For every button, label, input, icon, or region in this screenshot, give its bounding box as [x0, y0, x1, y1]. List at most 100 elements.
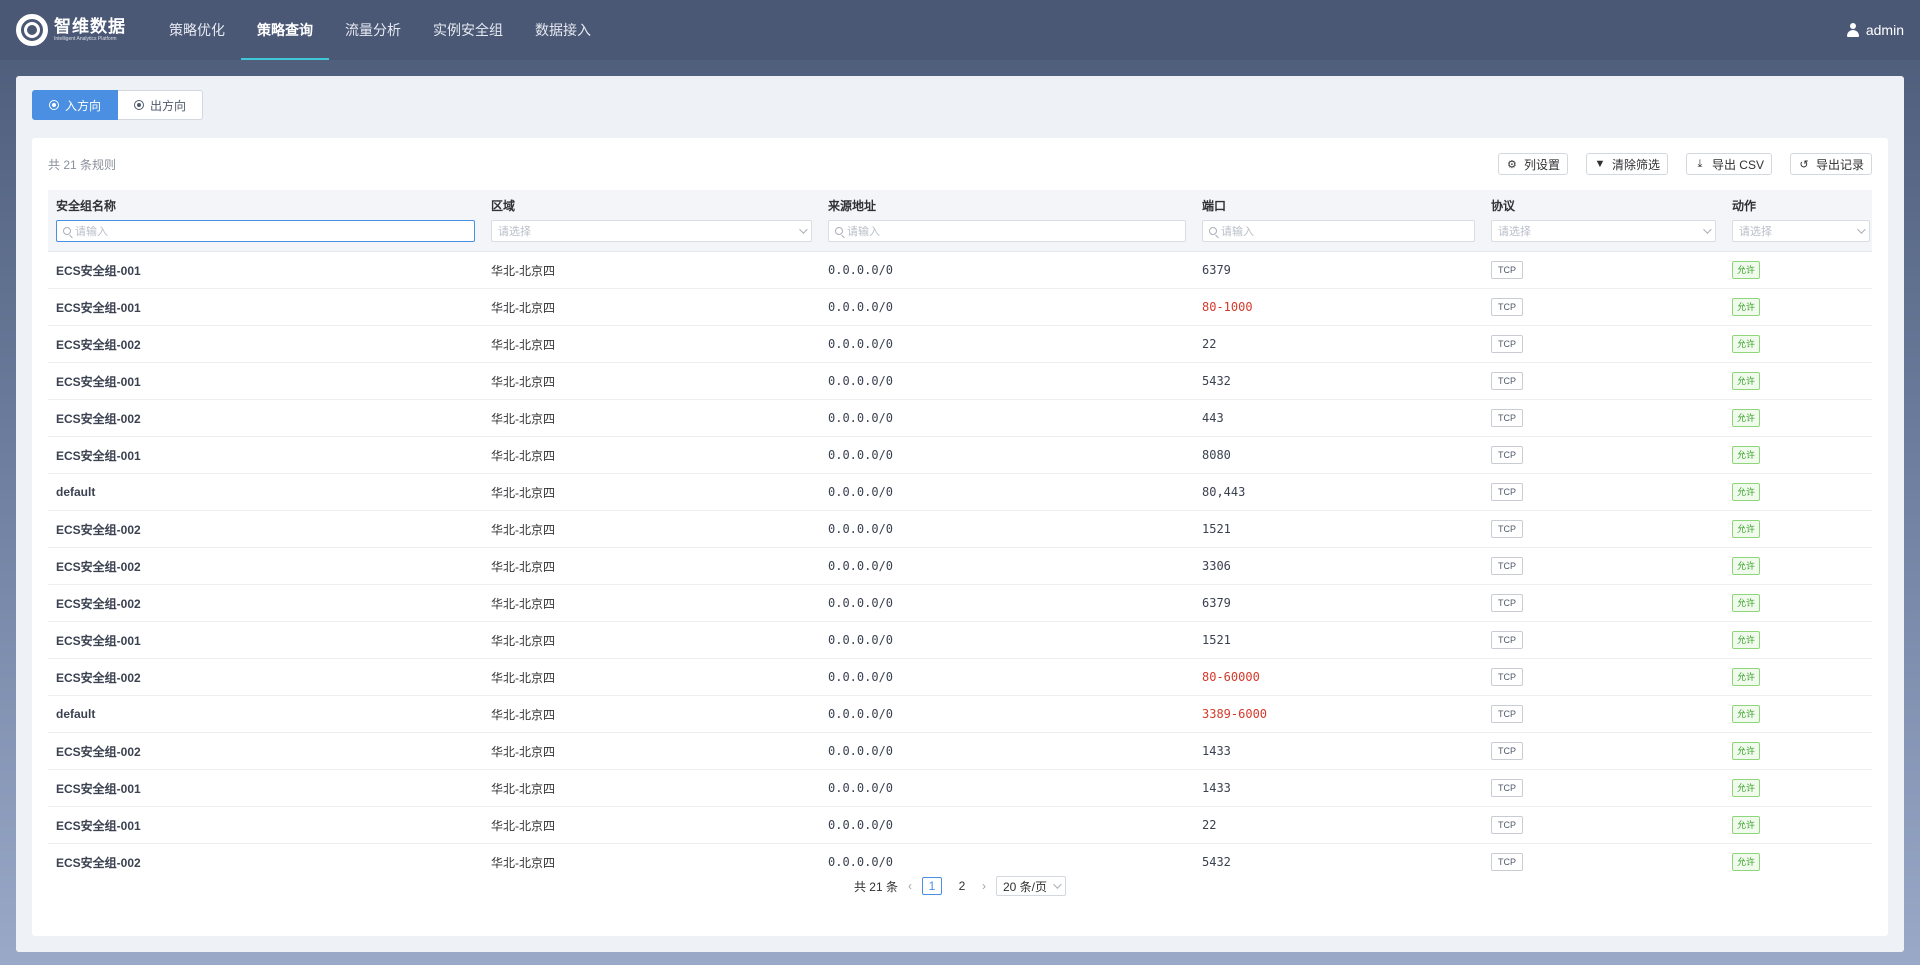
- cell-name: ECS安全组-001: [56, 448, 141, 463]
- cell-region: 华北-北京四: [491, 596, 555, 611]
- table-row[interactable]: ECS安全组-001 华北-北京四 0.0.0.0/0 22 TCP 允许: [48, 807, 1872, 844]
- table-row[interactable]: ECS安全组-002 华北-北京四 0.0.0.0/0 5432 TCP 允许: [48, 844, 1872, 872]
- column-header-port: 端口 请输入: [1194, 190, 1483, 251]
- nav-item-1[interactable]: 策略优化: [153, 0, 241, 60]
- cell-region: 华北-北京四: [491, 374, 555, 389]
- action-tag: 允许: [1732, 668, 1761, 686]
- cell-action: 允许: [1724, 261, 1872, 279]
- nav-item-2[interactable]: 策略查询: [241, 0, 329, 60]
- cell-protocol: TCP: [1483, 594, 1724, 612]
- logo-icon: [16, 14, 48, 46]
- inbound-button[interactable]: 入方向: [32, 90, 119, 120]
- inbound-label: 入方向: [65, 98, 102, 113]
- table-row[interactable]: ECS安全组-002 华北-北京四 0.0.0.0/0 1521 TCP 允许: [48, 511, 1872, 548]
- column-header-name: 安全组名称 请输入: [48, 190, 483, 251]
- page-1[interactable]: 1: [922, 877, 942, 895]
- action-tag: 允许: [1732, 335, 1761, 353]
- nav-item-5[interactable]: 数据接入: [519, 0, 607, 60]
- cell-source: 0.0.0.0/0: [828, 263, 894, 277]
- page-2[interactable]: 2: [952, 877, 972, 895]
- cell-protocol: TCP: [1483, 742, 1724, 760]
- table-row[interactable]: ECS安全组-001 华北-北京四 0.0.0.0/0 6379 TCP 允许: [48, 252, 1872, 289]
- protocol-tag: TCP: [1491, 668, 1523, 686]
- cell-source: 0.0.0.0/0: [828, 300, 894, 314]
- table-row[interactable]: ECS安全组-001 华北-北京四 0.0.0.0/0 5432 TCP 允许: [48, 363, 1872, 400]
- table-row[interactable]: ECS安全组-001 华北-北京四 0.0.0.0/0 1521 TCP 允许: [48, 622, 1872, 659]
- clear-filter-button[interactable]: ▼ 清除筛选: [1585, 153, 1668, 175]
- action-tag: 允许: [1732, 705, 1761, 723]
- action-tag: 允许: [1732, 631, 1761, 649]
- cell-protocol: TCP: [1483, 520, 1724, 538]
- protocol-tag: TCP: [1491, 520, 1523, 538]
- outbound-label: 出方向: [150, 98, 187, 113]
- cell-name: ECS安全组-002: [56, 744, 141, 759]
- protocol-filter-select[interactable]: 请选择: [1491, 220, 1716, 242]
- table-row[interactable]: ECS安全组-002 华北-北京四 0.0.0.0/0 6379 TCP 允许: [48, 585, 1872, 622]
- cell-region: 华北-北京四: [491, 263, 555, 278]
- cell-action: 允许: [1724, 594, 1872, 612]
- main-content: 入方向 出方向 共 21 条规则 ⚙ 列设置 ▼ 清除筛选 ⤓ 导出 CSV ↺…: [16, 76, 1904, 952]
- name-filter-input[interactable]: 请输入: [56, 220, 475, 242]
- cell-region: 华北-北京四: [491, 448, 555, 463]
- cell-port: 6379: [1202, 263, 1231, 277]
- column-header-protocol: 协议 请选择: [1483, 190, 1724, 251]
- cell-source: 0.0.0.0/0: [828, 596, 894, 610]
- cell-action: 允许: [1724, 335, 1872, 353]
- nav-item-4[interactable]: 实例安全组: [417, 0, 519, 60]
- cell-port: 1521: [1202, 633, 1231, 647]
- cell-protocol: TCP: [1483, 668, 1724, 686]
- column-settings-button[interactable]: ⚙ 列设置: [1497, 153, 1568, 175]
- prev-page-icon[interactable]: ‹: [908, 879, 912, 893]
- table-row[interactable]: ECS安全组-002 华北-北京四 0.0.0.0/0 80-60000 TCP 允许: [48, 659, 1872, 696]
- column-label: 协议: [1491, 199, 1516, 213]
- cell-region: 华北-北京四: [491, 300, 555, 315]
- action-filter-select[interactable]: 请选择: [1732, 220, 1870, 242]
- user-menu[interactable]: admin: [1846, 22, 1904, 38]
- user-name: admin: [1865, 22, 1904, 38]
- action-tag: 允许: [1732, 779, 1761, 797]
- cell-region: 华北-北京四: [491, 411, 555, 426]
- filter-placeholder: 请输入: [847, 226, 880, 238]
- radio-circle-icon: [134, 100, 145, 110]
- table-row[interactable]: default 华北-北京四 0.0.0.0/0 3389-6000 TCP 允许: [48, 696, 1872, 733]
- action-tag: 允许: [1732, 520, 1761, 538]
- pagination-total: 共 21 条: [853, 879, 898, 894]
- cell-source: 0.0.0.0/0: [828, 522, 894, 536]
- cell-source: 0.0.0.0/0: [828, 670, 894, 684]
- table-row[interactable]: ECS安全组-002 华北-北京四 0.0.0.0/0 22 TCP 允许: [48, 326, 1872, 363]
- search-icon: [1209, 227, 1217, 235]
- export-csv-button[interactable]: ⤓ 导出 CSV: [1685, 153, 1772, 175]
- table-row[interactable]: ECS安全组-002 华北-北京四 0.0.0.0/0 443 TCP 允许: [48, 400, 1872, 437]
- clear-filter-label: 清除筛选: [1611, 157, 1660, 172]
- logo[interactable]: 智维数据 Intelligent Analytics Platform: [16, 14, 153, 46]
- table-row[interactable]: ECS安全组-001 华北-北京四 0.0.0.0/0 80-1000 TCP 允许: [48, 289, 1872, 326]
- direction-toggle: 入方向 出方向: [32, 90, 1888, 120]
- cell-protocol: TCP: [1483, 557, 1724, 575]
- column-header-action: 动作 请选择: [1724, 190, 1872, 251]
- cell-action: 允许: [1724, 816, 1872, 834]
- table-row[interactable]: ECS安全组-001 华北-北京四 0.0.0.0/0 1433 TCP 允许: [48, 770, 1872, 807]
- protocol-tag: TCP: [1491, 853, 1523, 871]
- region-filter-select[interactable]: 请选择: [491, 220, 812, 242]
- next-page-icon[interactable]: ›: [982, 879, 986, 893]
- table-row[interactable]: ECS安全组-002 华北-北京四 0.0.0.0/0 3306 TCP 允许: [48, 548, 1872, 585]
- cell-region: 华北-北京四: [491, 670, 555, 685]
- pagination: 共 21 条 ‹ 1 2 › 20 条/页: [32, 876, 1888, 896]
- logo-subtitle: Intelligent Analytics Platform: [54, 36, 117, 42]
- page-size-select[interactable]: 20 条/页: [996, 876, 1067, 896]
- table-row[interactable]: ECS安全组-002 华北-北京四 0.0.0.0/0 1433 TCP 允许: [48, 733, 1872, 770]
- table-row[interactable]: ECS安全组-001 华北-北京四 0.0.0.0/0 8080 TCP 允许: [48, 437, 1872, 474]
- cell-protocol: TCP: [1483, 631, 1724, 649]
- protocol-tag: TCP: [1491, 705, 1523, 723]
- column-label: 安全组名称: [56, 199, 117, 213]
- source-filter-input[interactable]: 请输入: [828, 220, 1186, 242]
- port-filter-input[interactable]: 请输入: [1202, 220, 1475, 242]
- nav-item-3[interactable]: 流量分析: [329, 0, 417, 60]
- action-tag: 允许: [1732, 594, 1761, 612]
- cell-source: 0.0.0.0/0: [828, 781, 894, 795]
- outbound-button[interactable]: 出方向: [118, 90, 204, 120]
- export-log-button[interactable]: ↺ 导出记录: [1789, 153, 1872, 175]
- cell-name: ECS安全组-002: [56, 411, 141, 426]
- protocol-tag: TCP: [1491, 335, 1523, 353]
- table-row[interactable]: default 华北-北京四 0.0.0.0/0 80,443 TCP 允许: [48, 474, 1872, 511]
